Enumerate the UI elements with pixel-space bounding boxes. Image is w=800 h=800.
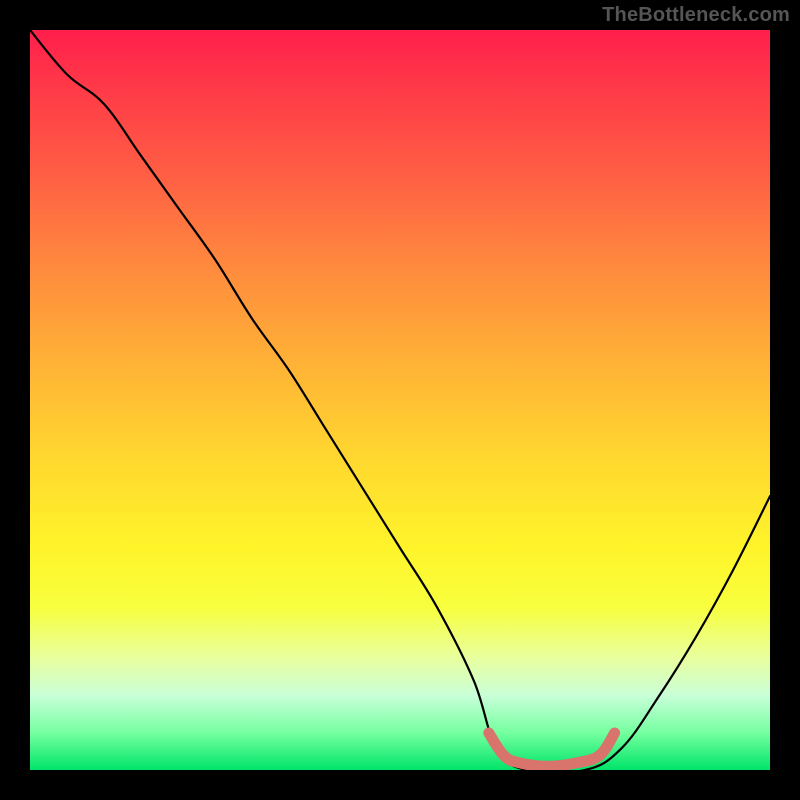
watermark-text: TheBottleneck.com (602, 4, 790, 27)
chart-frame: TheBottleneck.com (0, 0, 800, 800)
curve-svg (30, 30, 770, 770)
highlight-segment-path (489, 733, 615, 766)
bottleneck-curve-path (30, 30, 770, 770)
plot-area (30, 30, 770, 770)
